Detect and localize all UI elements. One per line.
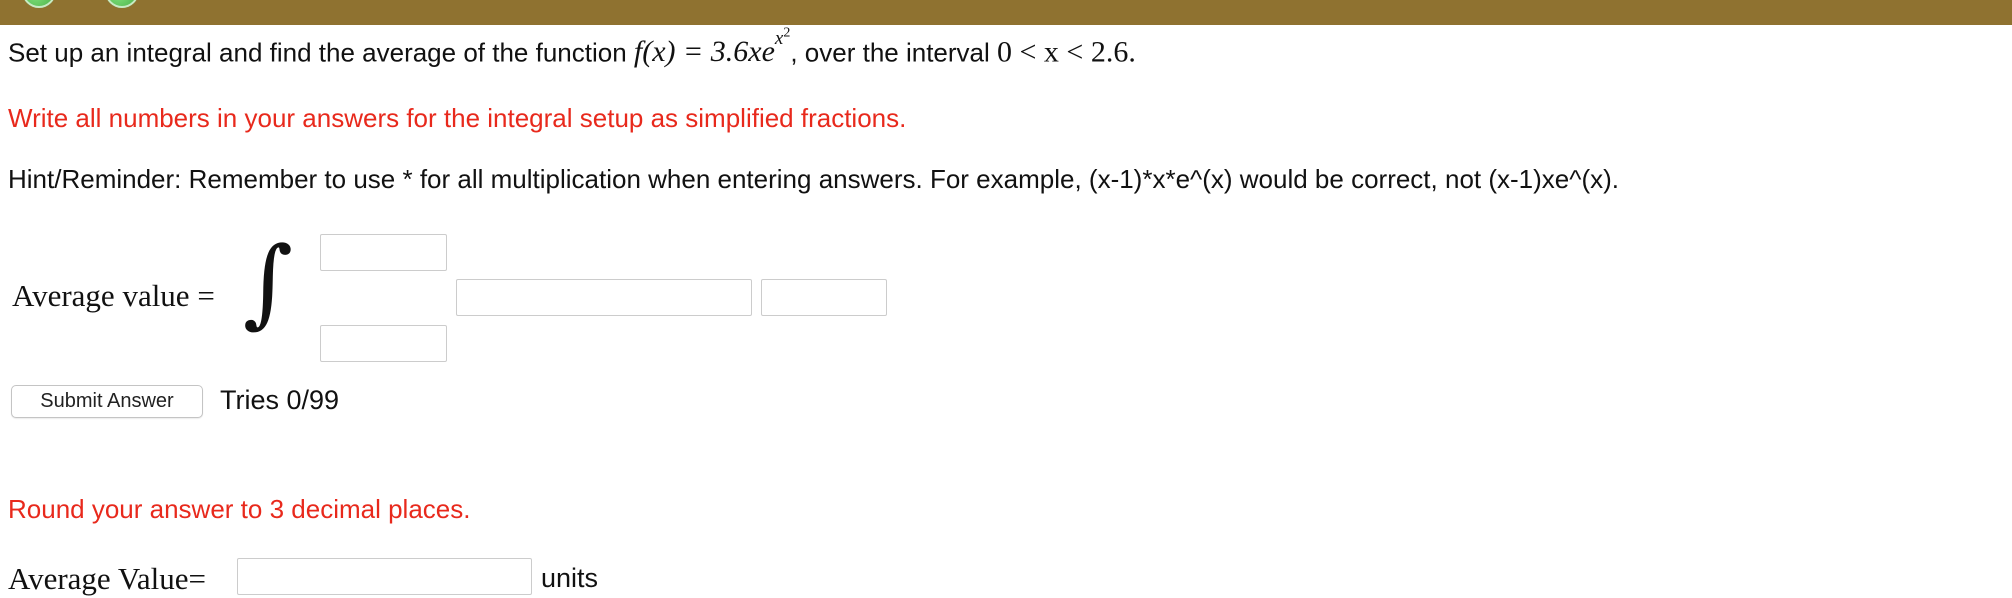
tries-counter: Tries 0/99 (220, 385, 340, 415)
round-instruction: Round your answer to 3 decimal places. (8, 494, 471, 524)
integrand-input[interactable] (456, 279, 752, 316)
submit-answer-button[interactable]: Submit Answer (11, 385, 203, 418)
integral-symbol: ∫ (243, 226, 294, 338)
final-answer-input[interactable] (237, 558, 532, 595)
differential-input[interactable] (761, 279, 887, 316)
units-label: units (541, 563, 599, 593)
upper-limit-input[interactable] (320, 234, 447, 271)
fractions-instruction: Write all numbers in your answers for th… (8, 103, 907, 133)
interval-text: , over the interval (790, 37, 998, 68)
interval-expression: 0 < x < 2.6. (997, 35, 1136, 69)
back-arrow-icon[interactable] (22, 0, 56, 8)
hint-text: Hint/Reminder: Remember to use * for all… (8, 164, 1619, 194)
exponent-power: 2 (783, 26, 791, 41)
average-value-label: Average value = (12, 278, 215, 313)
forward-arrow-icon[interactable] (105, 0, 139, 8)
function-expression: f(x) = 3.6xex2 (633, 26, 791, 69)
top-navigation-bar (0, 0, 2012, 25)
question-text: Set up an integral and find the average … (8, 26, 1136, 69)
question-intro: Set up an integral and find the average … (8, 37, 634, 68)
lower-limit-input[interactable] (320, 325, 447, 362)
final-answer-label: Average Value= (8, 561, 206, 596)
